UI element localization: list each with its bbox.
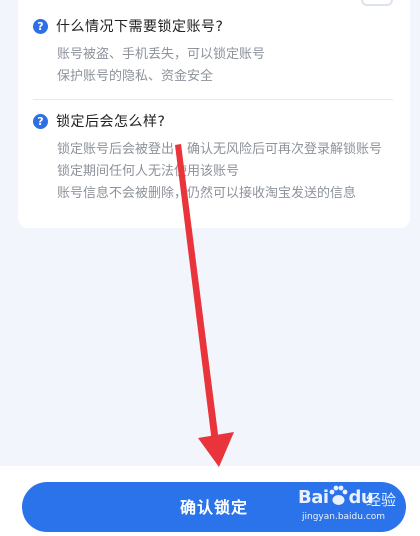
faq-answer-line: 锁定账号后会被登出，确认无风险后可再次登录解锁账号 [57,142,383,157]
faq-answer-line: 保护账号的隐私、资金安全 [57,69,214,84]
faq-item-after-lock: ? 锁定后会怎么样? 锁定账号后会被登出，确认无风险后可再次登录解锁账号 锁定期… [33,111,405,205]
arrow-head-icon [198,432,234,467]
faq-title: 什么情况下需要锁定账号? [56,19,224,35]
faq-answer: 账号被盗、手机丢失，可以锁定账号 保护账号的隐私、资金安全 [33,44,405,88]
faq-answer: 锁定账号后会被登出，确认无风险后可再次登录解锁账号 锁定期间任何人无法使用该账号… [33,139,405,205]
faq-answer-line: 账号信息不会被删除，仍然可以接收淘宝发送的信息 [57,186,357,201]
watermark-service: 经验 [366,491,397,509]
checkbox-fragment[interactable] [361,0,393,6]
divider [33,99,393,100]
watermark-url: jingyan.baidu.com [302,512,386,522]
faq-answer-line: 账号被盗、手机丢失，可以锁定账号 [57,47,266,62]
baidu-jingyan-watermark: Bai du 经验 jingyan.baidu.com [298,485,404,529]
question-icon: ? [33,113,48,129]
watermark-brand-left: Bai [298,487,329,508]
faq-header: ? 锁定后会怎么样? [33,111,405,131]
paw-icon [329,485,348,505]
faq-item-why-lock: ? 什么情况下需要锁定账号? 账号被盗、手机丢失，可以锁定账号 保护账号的隐私、… [33,16,405,88]
faq-header: ? 什么情况下需要锁定账号? [33,16,405,36]
faq-title: 锁定后会怎么样? [56,114,166,130]
question-icon: ? [33,18,48,34]
faq-answer-line: 锁定期间任何人无法使用该账号 [57,164,240,179]
